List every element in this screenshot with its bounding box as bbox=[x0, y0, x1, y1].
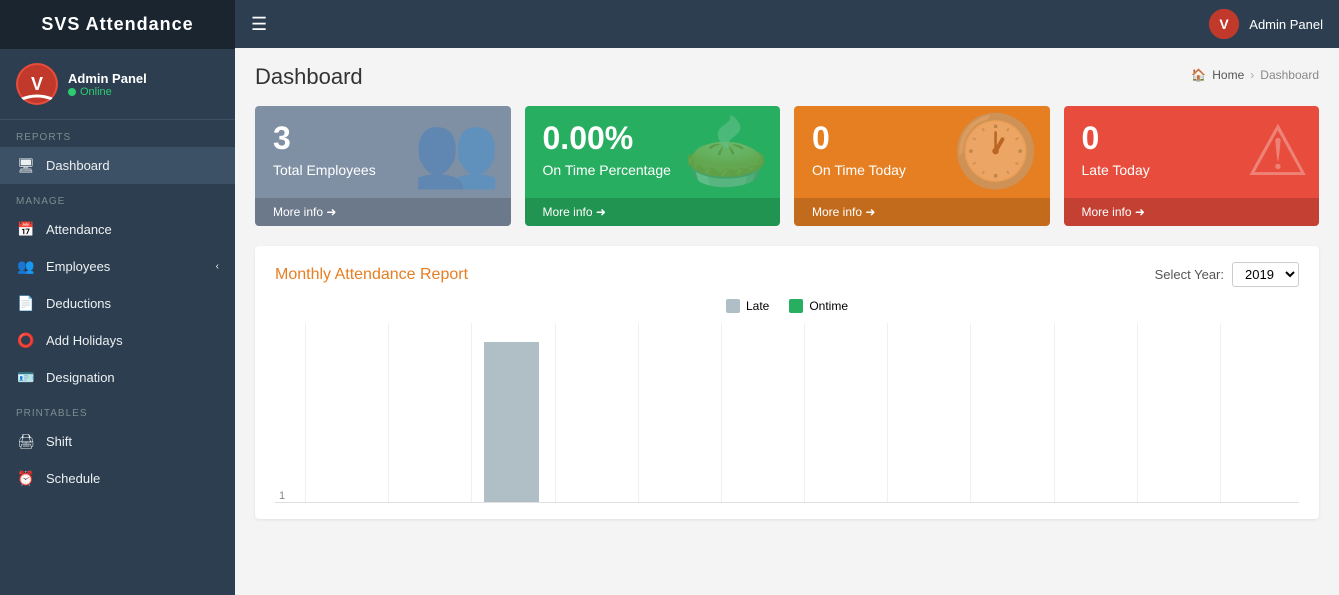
designation-icon: 🪪 bbox=[16, 369, 36, 386]
chart-column-1 bbox=[305, 323, 384, 502]
bar-chart: 1 bbox=[275, 323, 1299, 503]
schedule-icon: ⏰ bbox=[16, 470, 36, 487]
user-name: Admin Panel bbox=[68, 71, 147, 86]
sidebar-item-designation[interactable]: 🪪 Designation bbox=[0, 359, 235, 396]
stat-card-body: 0 On Time Today 🕐 bbox=[812, 122, 1032, 186]
chart-column-11 bbox=[1137, 323, 1216, 502]
stat-value-employees: 3 bbox=[273, 122, 376, 154]
chart-column-8 bbox=[887, 323, 966, 502]
chart-column-12 bbox=[1220, 323, 1299, 502]
topbar-left: ☰ bbox=[251, 14, 267, 35]
svg-text:V: V bbox=[31, 74, 43, 94]
legend-ontime-label: Ontime bbox=[809, 299, 848, 313]
avatar: V bbox=[16, 63, 58, 105]
section-label-reports: REPORTS bbox=[0, 120, 235, 147]
chart-column-3 bbox=[471, 323, 550, 502]
user-status: Online bbox=[68, 86, 147, 98]
topbar-right: V Admin Panel bbox=[1209, 9, 1323, 39]
shift-icon: 🖨 bbox=[16, 433, 36, 450]
add-holidays-icon: ⭕ bbox=[16, 332, 36, 349]
select-year-label: Select Year: bbox=[1155, 267, 1224, 282]
legend-late-dot bbox=[726, 299, 740, 313]
topbar-avatar: V bbox=[1209, 9, 1239, 39]
stat-card-body: 0.00% On Time Percentage 🥧 bbox=[543, 122, 763, 186]
legend-ontime: Ontime bbox=[789, 299, 848, 313]
chart-column-6 bbox=[721, 323, 800, 502]
breadcrumb-icon: 🏠 bbox=[1191, 68, 1206, 82]
section-label-printables: PRINTABLES bbox=[0, 396, 235, 423]
stat-footer-employees[interactable]: More info ➜ bbox=[255, 198, 511, 226]
breadcrumb-home[interactable]: Home bbox=[1212, 68, 1244, 82]
warning-bg-icon: ⚠ bbox=[1246, 116, 1309, 186]
stat-card-ontime-pct: 0.00% On Time Percentage 🥧 More info ➜ bbox=[525, 106, 781, 226]
pct-bg-icon: 🥧 bbox=[683, 116, 770, 186]
chart-column-7 bbox=[804, 323, 883, 502]
breadcrumb-current: Dashboard bbox=[1260, 68, 1319, 82]
user-info: Admin Panel Online bbox=[68, 71, 147, 98]
chart-column-9 bbox=[970, 323, 1049, 502]
chart-columns bbox=[305, 323, 1299, 502]
deductions-icon: 📄 bbox=[16, 295, 36, 312]
stat-footer-ontime-today[interactable]: More info ➜ bbox=[794, 198, 1050, 226]
sidebar-item-dashboard[interactable]: 🖥 Dashboard bbox=[0, 147, 235, 184]
content-area: Dashboard 🏠 Home › Dashboard 3 Total Emp… bbox=[235, 48, 1339, 595]
chart-title: Monthly Attendance Report bbox=[275, 266, 468, 284]
sidebar-item-employees[interactable]: 👥 Employees ‹ bbox=[0, 248, 235, 285]
bar-late-3 bbox=[484, 342, 539, 502]
sidebar-item-deductions[interactable]: 📄 Deductions bbox=[0, 285, 235, 322]
page-header: Dashboard 🏠 Home › Dashboard bbox=[255, 64, 1319, 90]
topbar: ☰ V Admin Panel bbox=[235, 0, 1339, 48]
sidebar: SVS Attendance V Admin Panel Online REPO… bbox=[0, 0, 235, 595]
sidebar-item-add-holidays[interactable]: ⭕ Add Holidays bbox=[0, 322, 235, 359]
sidebar-item-shift[interactable]: 🖨 Shift bbox=[0, 423, 235, 460]
stat-label-ontime-today: On Time Today bbox=[812, 162, 906, 178]
year-select[interactable]: 2017201820192020 bbox=[1232, 262, 1299, 287]
page-title: Dashboard bbox=[255, 64, 363, 90]
stat-value-ontime-pct: 0.00% bbox=[543, 122, 671, 154]
stat-cards: 3 Total Employees 👥 More info ➜ 0.00% On… bbox=[255, 106, 1319, 226]
topbar-admin-label: Admin Panel bbox=[1249, 17, 1323, 32]
dashboard-icon: 🖥 bbox=[16, 157, 36, 174]
clock-bg-icon: 🕐 bbox=[952, 116, 1039, 186]
online-indicator bbox=[68, 88, 76, 96]
stat-value-late-today: 0 bbox=[1082, 122, 1150, 154]
chart-column-10 bbox=[1054, 323, 1133, 502]
stat-card-total-employees: 3 Total Employees 👥 More info ➜ bbox=[255, 106, 511, 226]
breadcrumb-separator: › bbox=[1250, 68, 1254, 82]
stat-label-ontime-pct: On Time Percentage bbox=[543, 162, 671, 178]
sidebar-user: V Admin Panel Online bbox=[0, 49, 235, 120]
chart-column-2 bbox=[388, 323, 467, 502]
app-title: SVS Attendance bbox=[0, 0, 235, 49]
stat-card-body: 3 Total Employees 👥 bbox=[273, 122, 493, 186]
svg-text:V: V bbox=[1220, 16, 1230, 32]
chart-controls: Select Year: 2017201820192020 bbox=[1155, 262, 1299, 287]
stat-footer-late-today[interactable]: More info ➜ bbox=[1064, 198, 1320, 226]
stat-footer-ontime-pct[interactable]: More info ➜ bbox=[525, 198, 781, 226]
stat-label-late-today: Late Today bbox=[1082, 162, 1150, 178]
chart-header: Monthly Attendance Report Select Year: 2… bbox=[275, 262, 1299, 287]
y-axis-label: 1 bbox=[279, 490, 285, 502]
legend-late-label: Late bbox=[746, 299, 769, 313]
stat-value-ontime-today: 0 bbox=[812, 122, 906, 154]
stat-label-employees: Total Employees bbox=[273, 162, 376, 178]
breadcrumb: 🏠 Home › Dashboard bbox=[1191, 68, 1319, 82]
chart-section: Monthly Attendance Report Select Year: 2… bbox=[255, 246, 1319, 519]
chart-column-4 bbox=[555, 323, 634, 502]
legend-ontime-dot bbox=[789, 299, 803, 313]
main-area: ☰ V Admin Panel Dashboard 🏠 Home › Dashb… bbox=[235, 0, 1339, 595]
stat-card-ontime-today: 0 On Time Today 🕐 More info ➜ bbox=[794, 106, 1050, 226]
sidebar-item-attendance[interactable]: 📅 Attendance bbox=[0, 211, 235, 248]
section-label-manage: MANAGE bbox=[0, 184, 235, 211]
stat-card-late-today: 0 Late Today ⚠ More info ➜ bbox=[1064, 106, 1320, 226]
employees-bg-icon: 👥 bbox=[413, 116, 500, 186]
attendance-icon: 📅 bbox=[16, 221, 36, 238]
chevron-icon: ‹ bbox=[216, 261, 219, 272]
hamburger-button[interactable]: ☰ bbox=[251, 14, 267, 35]
chart-legend: Late Ontime bbox=[275, 299, 1299, 313]
employees-icon: 👥 bbox=[16, 258, 36, 275]
sidebar-item-schedule[interactable]: ⏰ Schedule bbox=[0, 460, 235, 497]
stat-card-body: 0 Late Today ⚠ bbox=[1082, 122, 1302, 186]
legend-late: Late bbox=[726, 299, 769, 313]
chart-column-5 bbox=[638, 323, 717, 502]
